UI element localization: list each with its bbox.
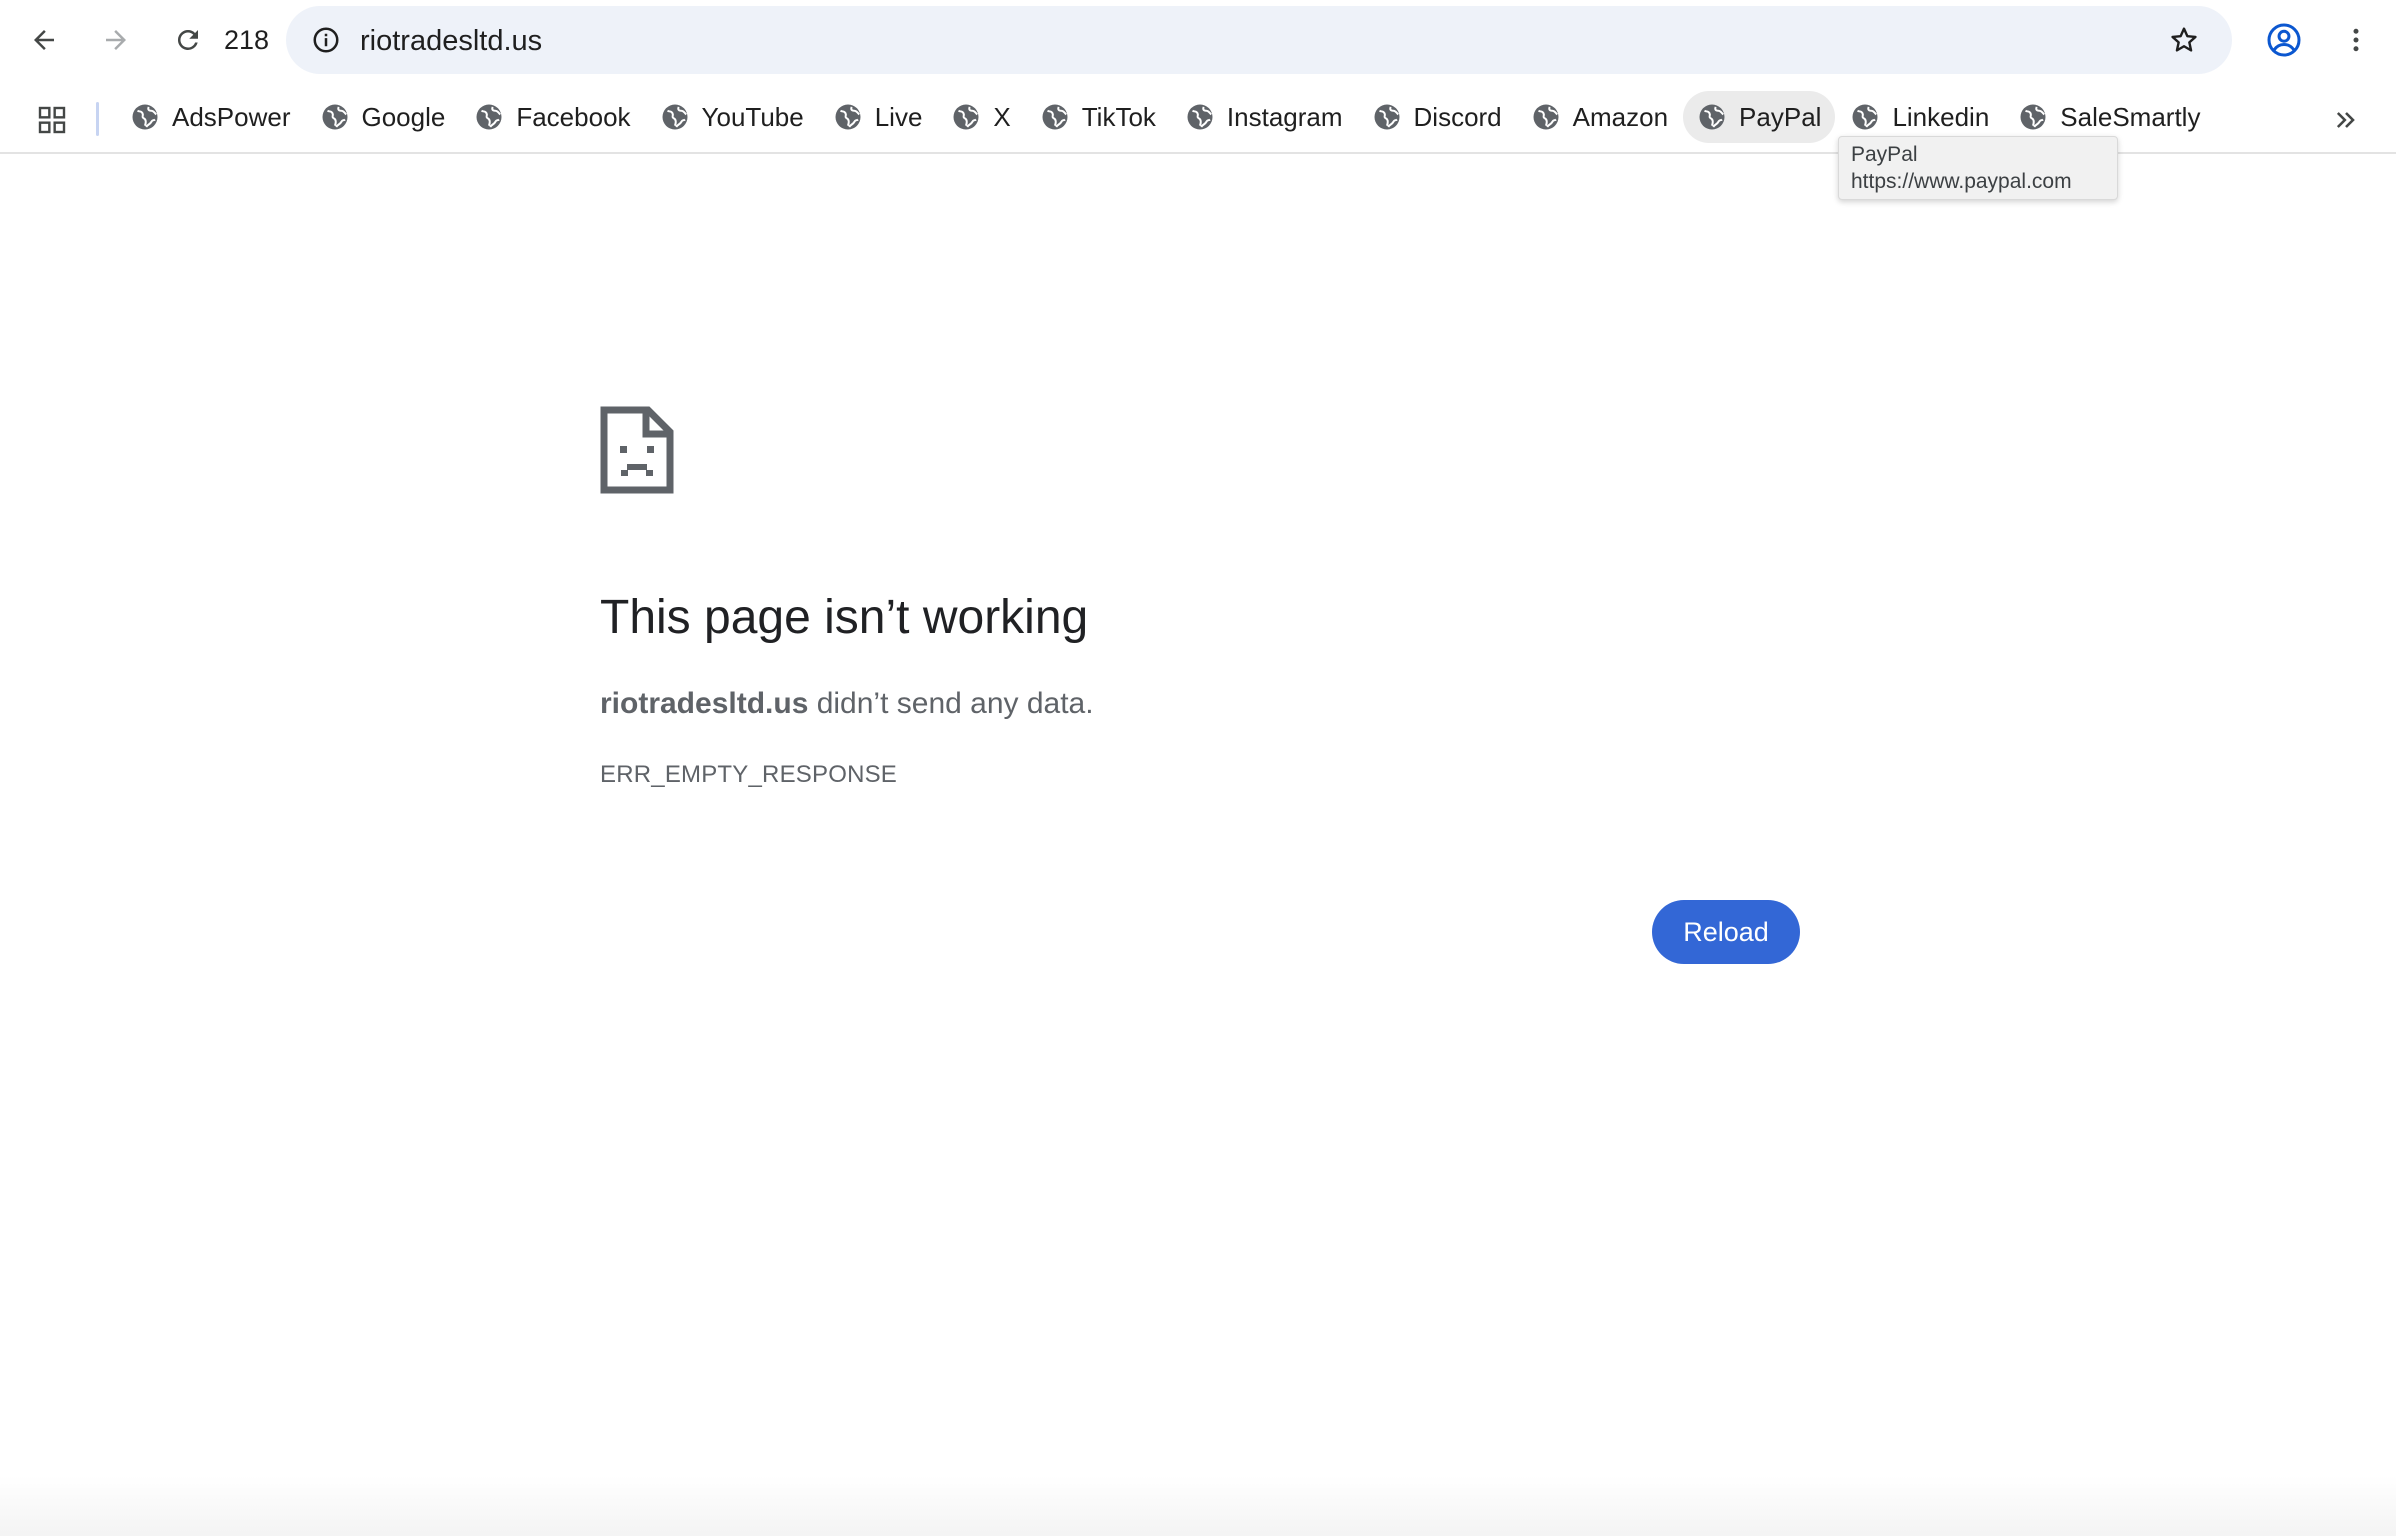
globe-icon [1531, 102, 1561, 132]
apps-grid-icon [38, 106, 66, 134]
bookmark-facebook[interactable]: Facebook [460, 91, 644, 143]
reload-button[interactable]: Reload [1652, 900, 1800, 964]
globe-icon [320, 102, 350, 132]
error-title: This page isn’t working [600, 591, 1089, 644]
forward-button[interactable] [92, 16, 140, 64]
globe-icon [1040, 102, 1070, 132]
bookmark-instagram[interactable]: Instagram [1171, 91, 1357, 143]
bookmark-label: Facebook [516, 102, 631, 132]
bookmark-google[interactable]: Google [306, 91, 460, 143]
site-info-button[interactable] [302, 16, 350, 64]
bookmark-label: X [993, 102, 1011, 132]
sad-page-icon [600, 406, 674, 494]
profile-button[interactable] [2260, 16, 2308, 64]
bookmark-label: Linkedin [1892, 102, 1990, 132]
globe-icon [1372, 102, 1402, 132]
bookmark-label: TikTok [1081, 102, 1156, 132]
bookmark-live[interactable]: Live [819, 91, 937, 143]
bookmark-label: Instagram [1226, 102, 1343, 132]
bookmarks-separator [96, 102, 99, 136]
bookmark-label: Amazon [1572, 102, 1669, 132]
info-icon [313, 27, 339, 53]
bookmark-label: YouTube [701, 102, 804, 132]
bookmark-x[interactable]: X [937, 91, 1024, 143]
globe-icon [833, 102, 863, 132]
more-bookmarks-button[interactable] [2324, 98, 2368, 142]
globe-icon [2018, 102, 2048, 132]
error-host: riotradesltd.us [600, 687, 809, 720]
account-icon [2267, 23, 2301, 57]
reload-icon [177, 29, 198, 50]
bookmark-tiktok[interactable]: TikTok [1026, 91, 1170, 143]
arrow-right-icon [106, 30, 126, 50]
bookmark-paypal[interactable]: PayPal [1683, 91, 1836, 143]
bookmark-tooltip: PayPal https://www.paypal.com [1838, 136, 2118, 200]
globe-icon [951, 102, 981, 132]
address-bar[interactable]: riotradesltd.us [286, 6, 2232, 74]
back-button[interactable] [20, 16, 68, 64]
apps-button[interactable] [30, 98, 74, 142]
bottom-shadow [0, 1476, 2396, 1536]
double-chevron-right-icon [2336, 112, 2355, 128]
bookmark-label: AdsPower [172, 102, 291, 132]
url-text[interactable]: riotradesltd.us [360, 24, 542, 58]
error-code[interactable]: ERR_EMPTY_RESPONSE [600, 760, 897, 790]
kebab-menu-icon [2353, 28, 2359, 52]
bookmark-label: PayPal [1739, 102, 1822, 132]
reload-page-button[interactable] [164, 16, 212, 64]
globe-icon [130, 102, 160, 132]
extension-counter[interactable]: 218 [224, 22, 269, 58]
browser-menu-button[interactable] [2332, 16, 2380, 64]
globe-icon [1185, 102, 1215, 132]
bookmark-star-button[interactable] [2160, 16, 2208, 64]
bookmark-discord[interactable]: Discord [1358, 91, 1516, 143]
bookmark-label: Discord [1413, 102, 1502, 132]
globe-icon [1850, 102, 1880, 132]
star-icon [2171, 27, 2197, 52]
bookmark-label: Google [361, 102, 446, 132]
globe-icon [660, 102, 690, 132]
bookmark-list: AdsPower Google Facebook YouTube Live X TikTok… [116, 88, 2215, 143]
bookmark-amazon[interactable]: Amazon [1517, 91, 1682, 143]
arrow-left-icon [34, 30, 54, 50]
error-description: riotradesltd.us didn’t send any data. [600, 684, 1094, 724]
error-message: didn’t send any data. [808, 687, 1094, 720]
bookmark-label: SaleSmartly [2060, 102, 2201, 132]
bookmark-label: Live [874, 102, 923, 132]
bookmark-youtube[interactable]: YouTube [646, 91, 818, 143]
bookmark-adspower[interactable]: AdsPower [116, 91, 305, 143]
tooltip-url: https://www.paypal.com [1851, 170, 2072, 193]
tooltip-title: PayPal [1851, 143, 1918, 166]
browser-toolbar: 218 riotradesltd.us [0, 0, 2396, 80]
globe-icon [1697, 102, 1727, 132]
globe-icon [474, 102, 504, 132]
